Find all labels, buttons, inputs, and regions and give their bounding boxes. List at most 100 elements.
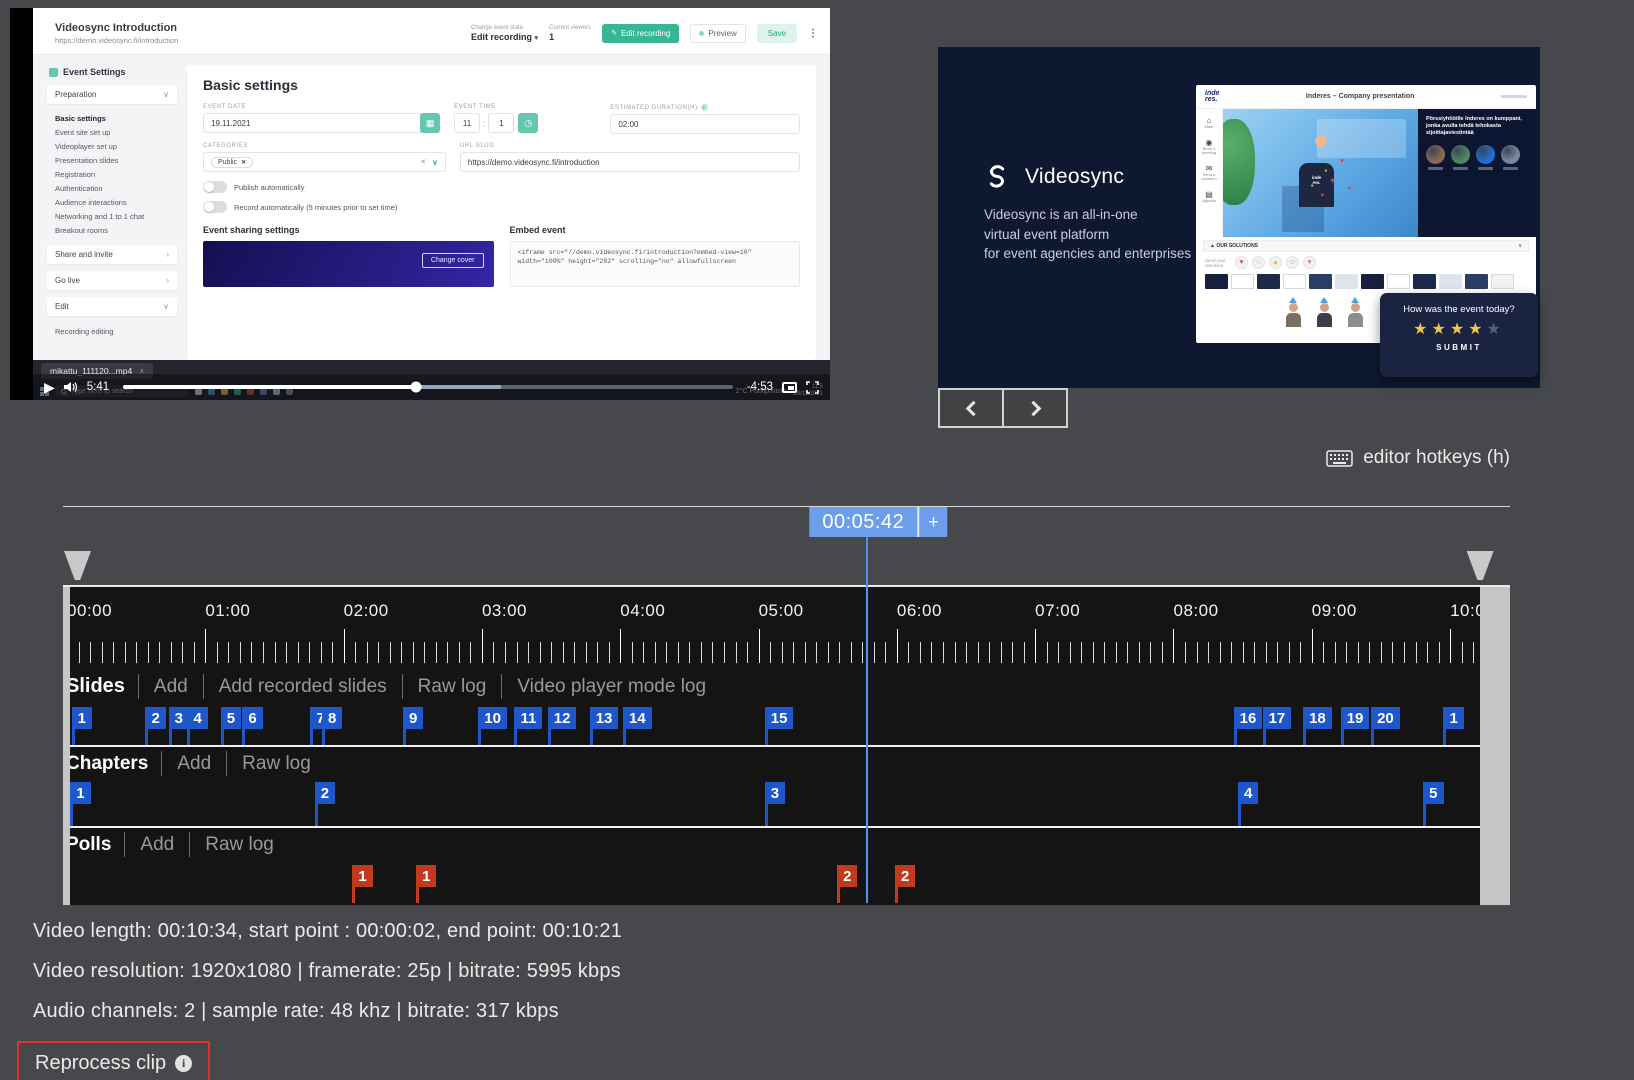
timeline-marker[interactable]: 1: [72, 707, 92, 729]
fullscreen-icon[interactable]: [806, 381, 819, 394]
timeline-marker[interactable]: 20: [1371, 707, 1400, 729]
next-slide-button[interactable]: [1002, 388, 1068, 428]
reaction-button: ♥: [1303, 256, 1316, 269]
ruler-tick: [251, 642, 252, 663]
timeline-marker[interactable]: 10: [478, 707, 507, 729]
pip-icon[interactable]: [782, 382, 797, 393]
ruler-tick: [782, 642, 783, 663]
reaction-button: ♥: [1235, 256, 1248, 269]
presentation-menu-item: ⌂Main: [1205, 116, 1214, 130]
track-action[interactable]: Add: [138, 674, 203, 699]
ruler-tick: [447, 642, 448, 663]
ruler-tick: [228, 642, 229, 663]
ruler-tick: [1358, 642, 1359, 663]
kebab-menu-icon: ⋮: [808, 28, 818, 39]
timeline-marker[interactable]: 19: [1341, 707, 1370, 729]
previous-slide-button[interactable]: [938, 388, 1004, 428]
slide-thumbnails: [1196, 273, 1536, 290]
avatar-figure: [1346, 297, 1364, 327]
timeline-marker[interactable]: 1: [352, 865, 372, 887]
track-action[interactable]: Add recorded slides: [203, 674, 402, 699]
playhead-line[interactable]: [866, 537, 868, 903]
url-slug-field: URL SLUG https://demo.videosync.fi/intro…: [460, 143, 800, 172]
sidebar-item: Basic settings: [47, 111, 177, 125]
ruler-tick: [217, 642, 218, 663]
timeline-marker[interactable]: 15: [765, 707, 794, 729]
editor-hotkeys-toggle[interactable]: editor hotkeys (h): [1326, 447, 1510, 469]
embedded-event-url: https://demo.videosync.fi/introduction: [55, 36, 178, 45]
event-sharing-section: Event sharing settings Change cover: [203, 225, 494, 287]
timeline-marker[interactable]: 8: [322, 707, 342, 729]
track-action[interactable]: Add: [161, 751, 226, 776]
progress-bar[interactable]: [123, 385, 733, 389]
video-player[interactable]: Videosync Introduction https://demo.vide…: [10, 8, 830, 400]
timeline-marker[interactable]: 16: [1234, 707, 1263, 729]
timeline-marker[interactable]: 13: [590, 707, 619, 729]
brand-tagline: Videosync is an all-in-onevirtual event …: [984, 205, 1191, 264]
timeline-marker[interactable]: 2: [315, 782, 335, 804]
event-time-field: EVENT TIME 11:1◷: [454, 104, 596, 134]
playhead-time[interactable]: 00:05:42: [809, 507, 917, 537]
keyboard-icon: [1326, 450, 1353, 467]
timeline-marker[interactable]: 11: [514, 707, 542, 729]
timeline-marker[interactable]: 2: [145, 707, 165, 729]
timeline-marker[interactable]: 1: [1443, 707, 1463, 729]
timeline-marker[interactable]: 3: [765, 782, 785, 804]
category-chip: Public✕: [211, 157, 253, 168]
progress-handle[interactable]: [410, 382, 421, 393]
clip-start-handle[interactable]: [64, 551, 91, 580]
ruler-tick: [401, 642, 402, 663]
reprocess-clip-button[interactable]: Reprocess clip i: [17, 1041, 210, 1080]
track-action[interactable]: Add: [124, 832, 189, 857]
volume-icon[interactable]: [64, 381, 78, 393]
video-content[interactable]: Videosync Introduction https://demo.vide…: [33, 8, 830, 360]
timeline-marker[interactable]: 3: [169, 707, 189, 729]
timeline-marker[interactable]: 5: [1423, 782, 1443, 804]
ruler-tick: [113, 642, 114, 663]
ruler-tick: [655, 642, 656, 663]
timeline-marker[interactable]: 5: [221, 707, 241, 729]
timeline-marker[interactable]: 14: [623, 707, 652, 729]
timeline-marker[interactable]: 4: [187, 707, 207, 729]
timeline-marker[interactable]: 4: [1238, 782, 1258, 804]
ruler-tick: [943, 642, 944, 663]
slide-thumbnail: [1335, 274, 1358, 289]
timeline-marker[interactable]: 1: [416, 865, 436, 887]
slide-thumbnail: [1257, 274, 1280, 289]
timeline-marker[interactable]: 2: [837, 865, 857, 887]
add-marker-button[interactable]: +: [917, 507, 948, 537]
edit-recording-button: ✎Edit recording: [602, 24, 679, 43]
ruler-tick: [724, 642, 725, 663]
ruler-tick: [920, 642, 921, 663]
playhead-time-badge[interactable]: 00:05:42 +: [809, 507, 947, 537]
timeline-marker[interactable]: 1: [70, 782, 90, 804]
timeline-marker[interactable]: 12: [548, 707, 577, 729]
ruler-ticks-layer[interactable]: [63, 629, 1510, 663]
ruler-tick: [1335, 642, 1336, 663]
timeline-marker[interactable]: 17: [1263, 707, 1292, 729]
ruler-tick: [1058, 642, 1059, 663]
ruler-tick: [493, 642, 494, 663]
ruler-tick: [355, 642, 356, 663]
ruler-tick: [1220, 642, 1221, 663]
ruler-tick: [102, 642, 103, 663]
timeline-marker[interactable]: 9: [403, 707, 423, 729]
ruler-tick: [1231, 642, 1232, 663]
ruler-tick: [874, 642, 875, 663]
track-action[interactable]: Raw log: [402, 674, 502, 699]
track-action[interactable]: Video player mode log: [501, 674, 721, 699]
current-viewers: Current viewers 1: [549, 25, 591, 42]
clip-end-handle[interactable]: [1467, 551, 1494, 580]
ruler-tick: [828, 642, 829, 663]
ruler-tick: [1450, 629, 1451, 663]
timeline-marker[interactable]: 18: [1303, 707, 1332, 729]
ruler-tick: [309, 642, 310, 663]
play-button[interactable]: ▶: [44, 380, 55, 394]
ruler-tick: [436, 642, 437, 663]
timeline-marker[interactable]: 2: [895, 865, 915, 887]
track-action[interactable]: Raw log: [226, 751, 326, 776]
ruler-label: 02:00: [344, 601, 389, 621]
timeline-marker[interactable]: 6: [242, 707, 262, 729]
elapsed-time: 5:41: [87, 381, 109, 393]
track-action[interactable]: Raw log: [189, 832, 289, 857]
